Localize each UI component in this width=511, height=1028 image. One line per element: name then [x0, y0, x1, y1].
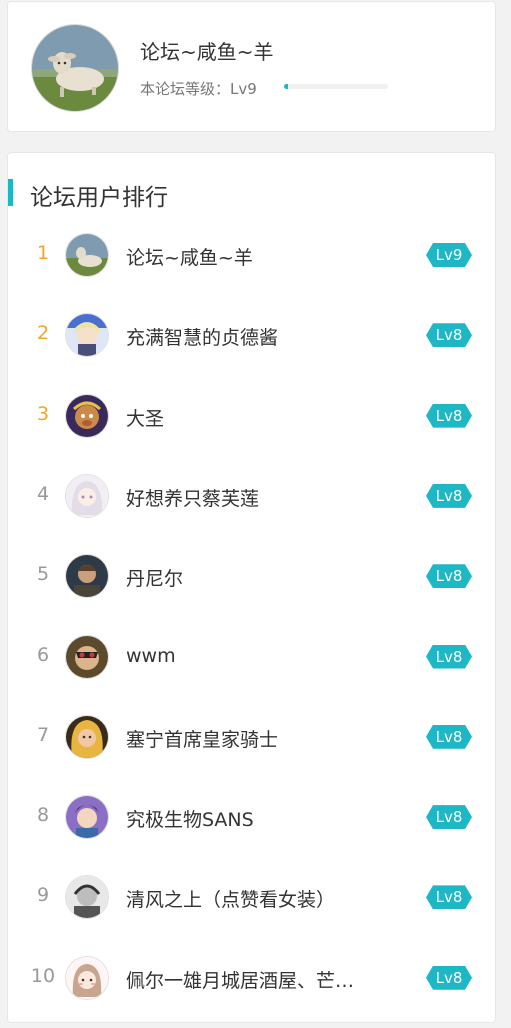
masked-avatar-icon — [66, 635, 108, 678]
man-avatar-icon — [66, 555, 108, 598]
rank-number: 7 — [36, 723, 50, 746]
ranking-row[interactable]: 6 wwm Lv8 — [8, 625, 495, 689]
user-avatar[interactable] — [65, 554, 109, 599]
cartoon-girl-avatar-icon — [66, 956, 108, 999]
rank-number: 4 — [36, 482, 50, 505]
level-badge: Lv8 — [426, 645, 472, 669]
level-badge: Lv8 — [426, 885, 472, 909]
level-badge: Lv8 — [426, 966, 472, 990]
level-badge: Lv8 — [426, 404, 472, 428]
rank-number: 8 — [36, 804, 50, 827]
user-name[interactable]: 究极生物SANS — [126, 805, 386, 832]
user-avatar[interactable] — [65, 634, 109, 679]
ranking-row[interactable]: 3 大圣 Lv8 — [8, 384, 495, 448]
blonde-avatar-icon — [66, 715, 108, 758]
anime-knight-avatar-icon — [66, 314, 108, 357]
user-avatar[interactable] — [65, 233, 109, 277]
user-name[interactable]: wwm — [126, 645, 386, 667]
level-badge: Lv8 — [426, 323, 472, 347]
rank-number: 3 — [36, 402, 50, 425]
profile-card: 论坛~咸鱼~羊 本论坛等级：Lv9 — [7, 1, 496, 132]
level-badge: Lv9 — [426, 243, 472, 267]
level-badge: Lv8 — [426, 725, 472, 749]
level-progress-bar — [284, 84, 388, 89]
rank-number: 2 — [36, 322, 50, 345]
user-name[interactable]: 大圣 — [126, 404, 386, 431]
user-avatar[interactable] — [65, 795, 109, 840]
user-avatar[interactable] — [65, 714, 109, 759]
ranking-row[interactable]: 10 佩尔一雄月城居酒屋、芒… Lv8 — [8, 946, 495, 1010]
level-badge: Lv8 — [426, 484, 472, 508]
profile-level-label: 本论坛等级：Lv9 — [140, 80, 257, 98]
ranking-row[interactable]: 7 塞宁首席皇家骑士 Lv8 — [8, 705, 495, 769]
user-avatar[interactable] — [65, 313, 109, 358]
user-name[interactable]: 丹尼尔 — [126, 564, 386, 591]
sketch-avatar-icon — [66, 876, 108, 919]
title-accent-bar — [8, 179, 13, 206]
user-avatar[interactable] — [65, 875, 109, 920]
jojo-avatar-icon — [66, 796, 108, 839]
user-avatar[interactable] — [65, 955, 109, 1000]
user-name[interactable]: 论坛~咸鱼~羊 — [126, 243, 386, 270]
profile-name: 论坛~咸鱼~羊 — [140, 40, 274, 64]
sheep-avatar-icon — [32, 25, 118, 111]
rank-number: 1 — [36, 242, 50, 264]
user-name[interactable]: 充满智慧的贞德酱 — [126, 323, 386, 350]
ranking-row[interactable]: 2 充满智慧的贞德酱 Lv8 — [8, 303, 495, 367]
anime-girl-avatar-icon — [66, 474, 108, 517]
rank-number: 5 — [36, 563, 50, 586]
rank-number: 9 — [36, 884, 50, 907]
user-avatar[interactable] — [65, 393, 109, 438]
level-badge: Lv8 — [426, 805, 472, 829]
rank-number: 6 — [36, 643, 50, 666]
rank-number: 10 — [30, 964, 56, 987]
user-ranking-card: 论坛用户排行 1 论坛~咸鱼~羊 Lv9 2 充满智慧的贞德酱 Lv8 3 大圣 Lv8 4 好想养… — [7, 152, 496, 1023]
ranking-row[interactable]: 5 丹尼尔 Lv8 — [8, 544, 495, 608]
user-name[interactable]: 佩尔一雄月城居酒屋、芒… — [126, 966, 386, 993]
level-progress-fill — [284, 84, 289, 89]
level-badge: Lv8 — [426, 564, 472, 588]
user-avatar[interactable] — [65, 473, 109, 518]
monkey-king-avatar-icon — [66, 394, 108, 437]
ranking-row[interactable]: 8 究极生物SANS Lv8 — [8, 785, 495, 849]
ranking-row[interactable]: 4 好想养只蔡芙莲 Lv8 — [8, 464, 495, 528]
sheep-avatar-icon — [66, 234, 108, 276]
ranking-row[interactable]: 1 论坛~咸鱼~羊 Lv9 — [8, 223, 495, 287]
user-name[interactable]: 清风之上（点赞看女装） — [126, 885, 386, 912]
ranking-title: 论坛用户排行 — [30, 185, 168, 211]
user-name[interactable]: 好想养只蔡芙莲 — [126, 484, 386, 511]
ranking-row[interactable]: 9 清风之上（点赞看女装） Lv8 — [8, 865, 495, 929]
profile-avatar[interactable] — [31, 24, 119, 112]
user-name[interactable]: 塞宁首席皇家骑士 — [126, 725, 386, 752]
